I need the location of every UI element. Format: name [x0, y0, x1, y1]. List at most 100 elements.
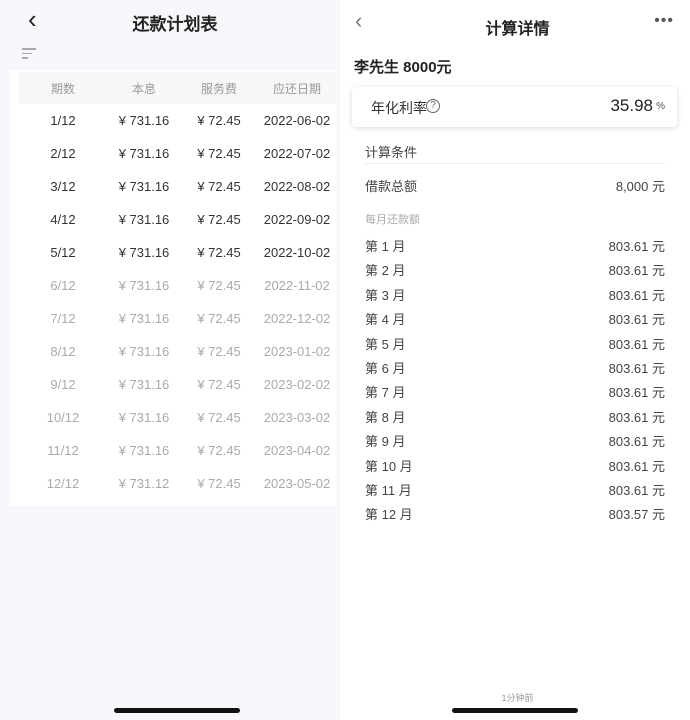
conditions-label: 计算条件 — [365, 145, 418, 160]
table-row: 7/12 ¥ 731.16 ¥ 72.45 2022-12-02 — [18, 311, 336, 326]
month-label: 第 8 月 — [365, 409, 406, 425]
help-icon[interactable]: ? — [426, 99, 440, 113]
month-label: 第 9 月 — [365, 434, 406, 450]
month-row: 第 1 月 803.61 元 — [365, 236, 665, 255]
cell-due-date: 2022-09-02 — [263, 212, 331, 227]
cell-service-fee: ¥ 72.45 — [197, 113, 241, 128]
cell-period: 12/12 — [46, 476, 80, 491]
cell-due-date: 2023-03-02 — [263, 410, 331, 425]
loan-label: 借款总额 — [365, 179, 418, 194]
table-row: 2/12 ¥ 731.16 ¥ 72.45 2022-07-02 — [18, 146, 336, 161]
header-service-fee: 服务费 — [200, 81, 237, 96]
table-row: 10/12 ¥ 731.16 ¥ 72.45 2023-03-02 — [18, 410, 336, 425]
header-period: 期数 — [50, 81, 75, 96]
month-label: 第 4 月 — [365, 312, 406, 328]
cell-due-date: 2022-07-02 — [263, 146, 331, 161]
month-amount: 803.57 元 — [608, 507, 665, 523]
month-amount: 803.61 元 — [608, 409, 665, 425]
cell-principal-interest: ¥ 731.16 — [118, 113, 170, 128]
month-label: 第 2 月 — [365, 263, 406, 279]
cell-service-fee: ¥ 72.45 — [197, 212, 241, 227]
rate-label: 年化利率 — [371, 100, 427, 116]
month-row: 第 12 月 803.57 元 — [365, 504, 665, 523]
cell-service-fee: ¥ 72.45 — [197, 278, 241, 293]
month-row: 第 10 月 803.61 元 — [365, 456, 665, 475]
month-row: 第 3 月 803.61 元 — [365, 285, 665, 304]
cell-principal-interest: ¥ 731.16 — [118, 377, 170, 392]
header-due-date: 应还日期 — [272, 81, 321, 96]
repayment-plan-screen: ‹ 还款计划表 期数 本息 服务费 应还日期 1/12 ¥ 731.16 ¥ 72.… — [0, 0, 340, 720]
cell-principal-interest: ¥ 731.16 — [118, 410, 170, 425]
table-header: 期数 本息 服务费 应还日期 — [18, 72, 336, 104]
table-row: 4/12 ¥ 731.16 ¥ 72.45 2022-09-02 — [18, 212, 336, 227]
table-row: 11/12 ¥ 731.16 ¥ 72.45 2023-04-02 — [18, 443, 336, 458]
month-amount: 803.61 元 — [608, 483, 665, 498]
header-principal-interest: 本息 — [131, 81, 156, 96]
month-row: 第 5 月 803.61 元 — [365, 334, 665, 353]
month-label: 第 11 月 — [365, 483, 412, 498]
cell-principal-interest: ¥ 731.16 — [118, 212, 170, 227]
table-row: 3/12 ¥ 731.16 ¥ 72.45 2022-08-02 — [18, 179, 336, 194]
cell-period: 1/12 — [50, 113, 76, 128]
cell-principal-interest: ¥ 731.16 — [118, 443, 170, 458]
table-row: 12/12 ¥ 731.12 ¥ 72.45 2023-05-02 — [18, 476, 336, 491]
cell-service-fee: ¥ 72.45 — [197, 245, 241, 260]
cell-due-date: 2022-06-02 — [263, 113, 331, 128]
month-row: 第 8 月 803.61 元 — [365, 407, 665, 426]
page-title: 计算详情 — [485, 21, 550, 38]
divider — [365, 163, 665, 164]
month-row: 第 2 月 803.61 元 — [365, 260, 665, 279]
table-row: 1/12 ¥ 731.16 ¥ 72.45 2022-06-02 — [18, 113, 336, 128]
cell-period: 3/12 — [50, 179, 76, 194]
cell-principal-interest: ¥ 731.12 — [118, 476, 170, 491]
month-row: 第 4 月 803.61 元 — [365, 309, 665, 328]
cell-period: 9/12 — [50, 377, 76, 392]
cell-due-date: 2022-12-02 — [263, 311, 331, 326]
cell-due-date: 2023-01-02 — [263, 344, 331, 359]
cell-due-date: 2023-02-02 — [263, 377, 331, 392]
cell-principal-interest: ¥ 731.16 — [118, 278, 170, 293]
cell-due-date: 2022-10-02 — [263, 245, 331, 260]
cell-principal-interest: ¥ 731.16 — [118, 146, 170, 161]
month-row: 第 11 月 803.61 元 — [365, 480, 665, 499]
cell-service-fee: ¥ 72.45 — [197, 146, 241, 161]
month-amount: 803.61 元 — [608, 263, 665, 279]
month-amount: 803.61 元 — [608, 287, 665, 303]
month-label: 第 7 月 — [365, 385, 406, 401]
month-amount: 803.61 元 — [608, 312, 665, 328]
month-label: 第 5 月 — [365, 336, 406, 352]
annual-rate-card: 年化利率 ? 35.98 % — [352, 87, 677, 127]
month-row: 第 7 月 803.61 元 — [365, 382, 665, 401]
cell-service-fee: ¥ 72.45 — [197, 476, 241, 491]
month-amount: 803.61 元 — [608, 458, 665, 474]
cell-principal-interest: ¥ 731.16 — [118, 344, 170, 359]
table-row: 5/12 ¥ 731.16 ¥ 72.45 2022-10-02 — [18, 245, 336, 260]
cell-due-date: 2022-08-02 — [263, 179, 331, 194]
cell-period: 11/12 — [47, 443, 79, 458]
cell-period: 7/12 — [50, 311, 76, 326]
cell-period: 6/12 — [50, 278, 76, 293]
month-label: 第 3 月 — [365, 287, 406, 303]
month-amount: 803.61 元 — [608, 336, 665, 352]
more-icon[interactable]: ••• — [654, 12, 674, 30]
month-row: 第 6 月 803.61 元 — [365, 358, 665, 377]
cell-period: 5/12 — [50, 245, 76, 260]
cell-period: 4/12 — [50, 212, 76, 227]
table-row: 6/12 ¥ 731.16 ¥ 72.45 2022-11-02 — [18, 278, 336, 293]
month-label: 第 1 月 — [365, 239, 406, 254]
rate-unit: % — [656, 101, 665, 112]
loan-value: 8,000 元 — [615, 179, 665, 194]
cell-service-fee: ¥ 72.45 — [197, 443, 241, 458]
month-amount: 803.61 元 — [608, 385, 665, 401]
table-row: 8/12 ¥ 731.16 ¥ 72.45 2023-01-02 — [18, 344, 336, 359]
calc-detail-screen: ‹ 计算详情 ••• 李先生 8000元 年化利率 ? 35.98 % 计算条件… — [345, 0, 690, 720]
sort-icon[interactable] — [22, 48, 36, 62]
cell-period: 10/12 — [46, 410, 80, 425]
cell-principal-interest: ¥ 731.16 — [118, 311, 170, 326]
cell-service-fee: ¥ 72.45 — [197, 410, 241, 425]
month-label: 第 12 月 — [365, 507, 413, 523]
page-title: 还款计划表 — [132, 15, 218, 34]
cell-due-date: 2023-04-02 — [263, 443, 331, 458]
cell-principal-interest: ¥ 731.16 — [118, 245, 170, 260]
cell-principal-interest: ¥ 731.16 — [118, 179, 170, 194]
